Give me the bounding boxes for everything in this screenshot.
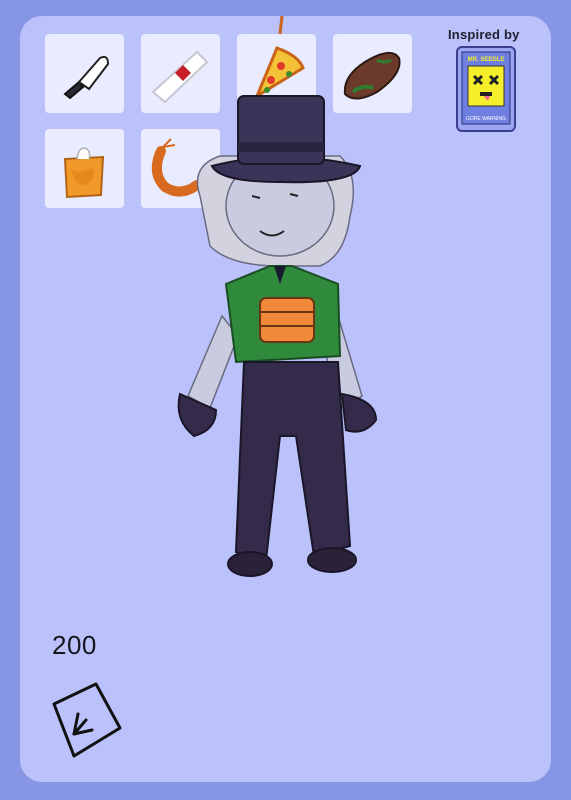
inspired-card-title: MR. SEEDLE	[468, 57, 505, 63]
inspired-card-footer: GORE WARNING	[466, 116, 506, 122]
inspired-game-card[interactable]: MR. SEEDLE GORE WARNING	[456, 46, 516, 132]
inventory-slot-knife[interactable]	[45, 34, 124, 113]
undo-arrow-icon	[52, 682, 122, 758]
tissue-box-icon	[63, 147, 105, 199]
inspired-by-label: Inspired by	[448, 27, 520, 42]
character-sprite[interactable]	[140, 16, 400, 616]
knife-icon	[63, 55, 110, 100]
game-card: Inspired by MR. SEEDLE GORE WARNING 200	[20, 16, 551, 782]
undo-button[interactable]	[34, 668, 134, 773]
score-counter: 200	[52, 630, 97, 660]
inventory-slot-tissues[interactable]	[45, 129, 124, 208]
